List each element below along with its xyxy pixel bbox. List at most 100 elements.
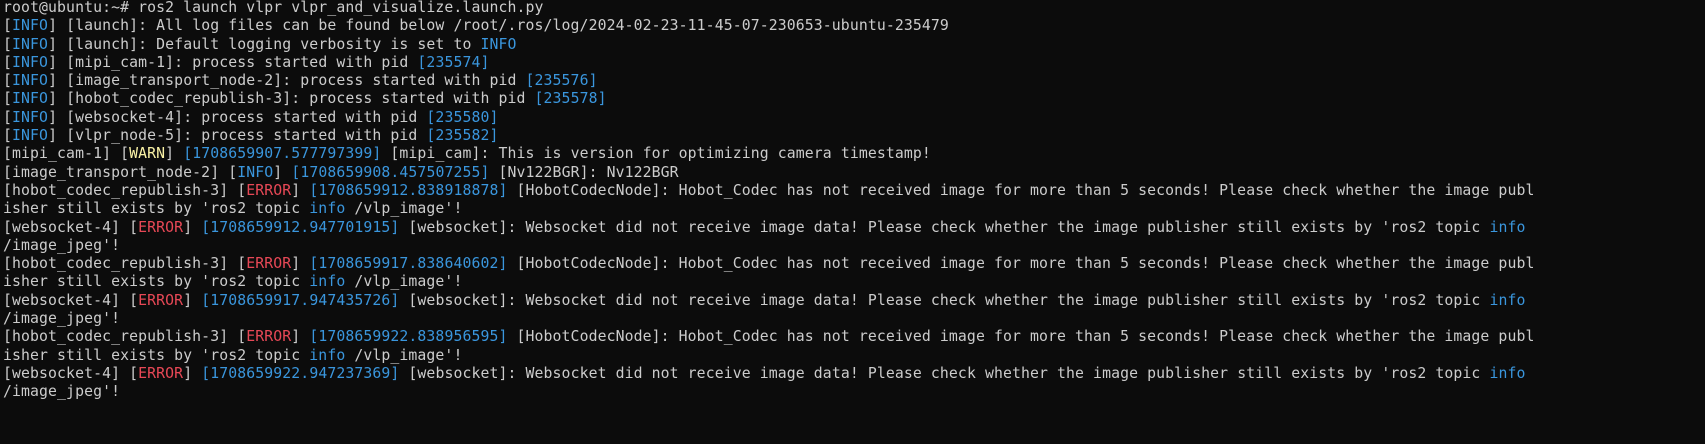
- info-highlight: [1708659917.947435726]: [201, 291, 400, 309]
- log-text: ]: [183, 291, 202, 309]
- log-text: [: [3, 17, 13, 35]
- info-highlight: info: [1489, 364, 1526, 382]
- log-text: ]: [183, 218, 202, 236]
- log-line: [INFO] [hobot_codec_republish-3]: proces…: [3, 90, 1705, 108]
- info-highlight: [235576]: [525, 72, 598, 90]
- info-highlight: [235582]: [426, 127, 499, 145]
- log-text: [websocket]: Websocket did not receive i…: [399, 291, 1490, 309]
- info-highlight: INFO: [12, 127, 49, 145]
- log-text: ] [hobot_codec_republish-3]: process sta…: [48, 90, 535, 108]
- log-text: ]: [291, 181, 310, 199]
- log-text: /image_jpeg'!: [3, 383, 121, 401]
- log-text: isher still exists by 'ros2 topic: [3, 346, 310, 364]
- log-line: [hobot_codec_republish-3] [ERROR] [17086…: [3, 255, 1705, 273]
- log-line: [mipi_cam-1] [WARN] [1708659907.57779739…: [3, 145, 1705, 163]
- info-highlight: INFO: [12, 90, 49, 108]
- info-highlight: [1708659912.947701915]: [201, 218, 400, 236]
- info-highlight: INFO: [12, 53, 49, 71]
- log-text: /image_jpeg'!: [3, 236, 121, 254]
- log-text: [HobotCodecNode]: Hobot_Codec has not re…: [507, 181, 1535, 199]
- log-text: [HobotCodecNode]: Hobot_Codec has not re…: [507, 255, 1535, 273]
- log-text: [websocket-4] [: [3, 218, 139, 236]
- log-line: isher still exists by 'ros2 topic info /…: [3, 200, 1705, 218]
- log-line: /image_jpeg'!: [3, 237, 1705, 255]
- info-highlight: info: [309, 273, 346, 291]
- log-text: /vlp_image'!: [345, 273, 463, 291]
- error-level: ERROR: [246, 181, 292, 199]
- info-highlight: INFO: [12, 17, 49, 35]
- log-text: [websocket]: Websocket did not receive i…: [399, 364, 1490, 382]
- log-text: [: [3, 53, 13, 71]
- log-line: [websocket-4] [ERROR] [1708659917.947435…: [3, 292, 1705, 310]
- log-line: [INFO] [mipi_cam-1]: process started wit…: [3, 54, 1705, 72]
- log-text: [websocket]: Websocket did not receive i…: [399, 218, 1490, 236]
- log-line: /image_jpeg'!: [3, 383, 1705, 401]
- error-level: ERROR: [138, 291, 184, 309]
- log-text: [websocket-4] [: [3, 364, 139, 382]
- log-text: ]: [183, 364, 202, 382]
- info-highlight: [1708659917.838640602]: [309, 255, 508, 273]
- log-line: [INFO] [launch]: All log files can be fo…: [3, 17, 1705, 35]
- log-line: isher still exists by 'ros2 topic info /…: [3, 347, 1705, 365]
- info-highlight: INFO: [237, 163, 274, 181]
- log-text: /vlp_image'!: [345, 346, 463, 364]
- log-line: isher still exists by 'ros2 topic info /…: [3, 273, 1705, 291]
- error-level: ERROR: [138, 218, 184, 236]
- info-highlight: INFO: [12, 72, 49, 90]
- info-highlight: INFO: [12, 35, 49, 53]
- log-text: ]: [291, 255, 310, 273]
- log-text: [hobot_codec_republish-3] [: [3, 181, 247, 199]
- log-line: [INFO] [launch]: Default logging verbosi…: [3, 36, 1705, 54]
- log-line: /image_jpeg'!: [3, 310, 1705, 328]
- log-line: [INFO] [image_transport_node-2]: process…: [3, 72, 1705, 90]
- log-text: [Nv122BGR]: Nv122BGR: [489, 163, 679, 181]
- log-text: ]: [273, 163, 292, 181]
- error-level: ERROR: [246, 255, 292, 273]
- log-text: ]: [291, 328, 310, 346]
- info-highlight: [1708659907.577797399]: [183, 145, 382, 163]
- log-line: [hobot_codec_republish-3] [ERROR] [17086…: [3, 328, 1705, 346]
- log-line: [INFO] [websocket-4]: process started wi…: [3, 109, 1705, 127]
- info-highlight: [235574]: [417, 53, 490, 71]
- info-highlight: info: [309, 346, 346, 364]
- log-text: ] [websocket-4]: process started with pi…: [48, 108, 427, 126]
- log-text: [: [3, 127, 13, 145]
- log-line: [websocket-4] [ERROR] [1708659922.947237…: [3, 365, 1705, 383]
- log-text: ]: [165, 145, 184, 163]
- log-text: isher still exists by 'ros2 topic: [3, 200, 310, 218]
- log-text: ] [launch]: All log files can be found b…: [48, 17, 949, 35]
- log-text: [websocket-4] [: [3, 291, 139, 309]
- log-text: /vlp_image'!: [345, 200, 463, 218]
- log-line: [image_transport_node-2] [INFO] [1708659…: [3, 164, 1705, 182]
- log-text: ] [mipi_cam-1]: process started with pid: [48, 53, 418, 71]
- log-text: root@ubuntu:~# ros2 launch vlpr vlpr_and…: [3, 0, 544, 16]
- info-highlight: info: [1489, 291, 1526, 309]
- log-text: [: [3, 108, 13, 126]
- log-text: [image_transport_node-2] [: [3, 163, 238, 181]
- info-highlight: [1708659922.838956595]: [309, 328, 508, 346]
- log-line: [websocket-4] [ERROR] [1708659912.947701…: [3, 219, 1705, 237]
- log-text: ] [launch]: Default logging verbosity is…: [48, 35, 481, 53]
- log-line: [INFO] [vlpr_node-5]: process started wi…: [3, 127, 1705, 145]
- info-highlight: [235580]: [426, 108, 499, 126]
- info-highlight: [1708659912.838918878]: [309, 181, 508, 199]
- log-text: [mipi_cam]: This is version for optimizi…: [381, 145, 931, 163]
- info-highlight: [1708659922.947237369]: [201, 364, 400, 382]
- log-text: ] [vlpr_node-5]: process started with pi…: [48, 127, 427, 145]
- command-prompt-line: root@ubuntu:~# ros2 launch vlpr vlpr_and…: [3, 0, 1705, 17]
- log-text: [hobot_codec_republish-3] [: [3, 255, 247, 273]
- info-highlight: info: [1489, 218, 1526, 236]
- log-text: [HobotCodecNode]: Hobot_Codec has not re…: [507, 328, 1535, 346]
- info-highlight: info: [309, 200, 346, 218]
- log-text: isher still exists by 'ros2 topic: [3, 273, 310, 291]
- info-highlight: [1708659908.457507255]: [291, 163, 490, 181]
- log-text: /image_jpeg'!: [3, 310, 121, 328]
- log-text: [: [3, 72, 13, 90]
- log-text: [hobot_codec_republish-3] [: [3, 328, 247, 346]
- error-level: ERROR: [138, 364, 184, 382]
- log-line: [hobot_codec_republish-3] [ERROR] [17086…: [3, 182, 1705, 200]
- log-text: [: [3, 90, 13, 108]
- info-highlight: INFO: [480, 35, 517, 53]
- terminal-output[interactable]: root@ubuntu:~# ros2 launch vlpr vlpr_and…: [3, 0, 1705, 402]
- log-text: ] [image_transport_node-2]: process star…: [48, 72, 526, 90]
